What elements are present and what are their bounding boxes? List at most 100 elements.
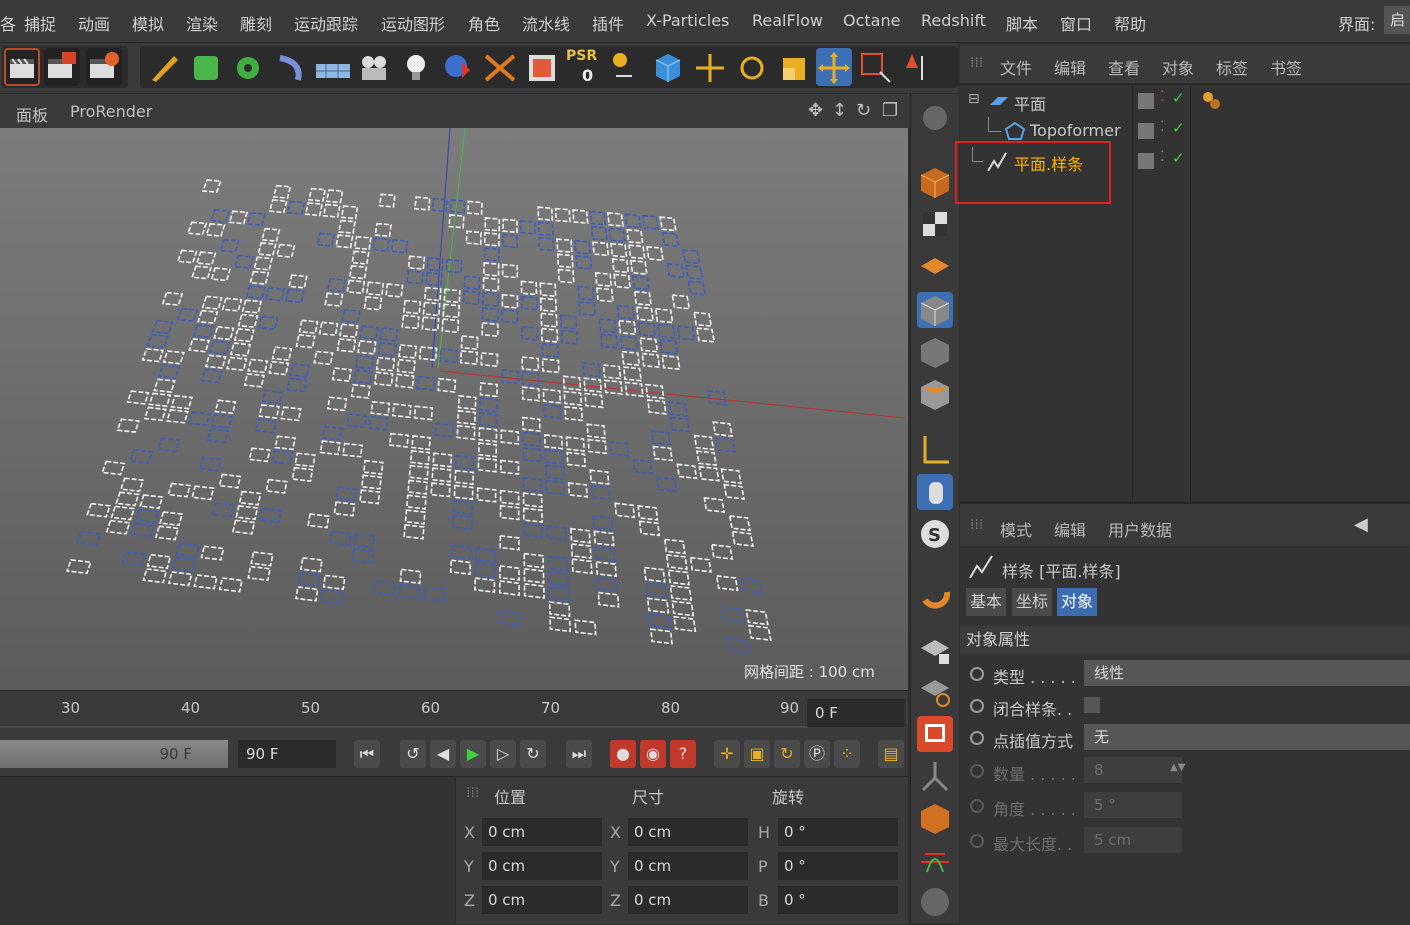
viewport-solo-icon[interactable] [917, 98, 953, 134]
animate-radio[interactable] [970, 731, 984, 745]
menu-render[interactable]: 渲染 [186, 11, 218, 35]
make-editable-icon[interactable] [917, 164, 953, 200]
material-icon[interactable] [440, 48, 476, 86]
viewport-maximize-icon[interactable]: ❐ [882, 100, 898, 121]
timeline-ruler[interactable]: 30 40 50 60 70 80 90 0 F [0, 690, 908, 737]
prev-frame-icon[interactable]: ◀ [430, 740, 456, 768]
workplane-icon[interactable] [917, 248, 953, 284]
cube-icon[interactable] [650, 48, 686, 86]
autokey-icon[interactable]: ◉ [640, 740, 666, 768]
axis-mode-icon[interactable] [917, 432, 953, 468]
enabled-check-icon[interactable]: ✓ [1172, 119, 1185, 137]
close-spline-checkbox[interactable] [1084, 697, 1100, 713]
floor-icon[interactable] [314, 48, 350, 86]
grip-icon[interactable]: ⁞⁞⁞ [970, 55, 983, 71]
axis-icon[interactable] [608, 48, 644, 86]
end-frame-field[interactable]: 90 F [238, 740, 336, 768]
om-menu-objects[interactable]: 对象 [1162, 55, 1194, 79]
tweak-mode-icon[interactable] [917, 474, 953, 510]
om-menu-file[interactable]: 文件 [1000, 55, 1032, 79]
menu-pipeline[interactable]: 流水线 [522, 11, 570, 35]
3d-viewport[interactable]: 网格间距 : 100 cm [0, 128, 908, 690]
camera-icon[interactable] [356, 48, 392, 86]
joint-icon[interactable] [917, 758, 953, 794]
tab-coordinates[interactable]: 坐标 [1012, 588, 1053, 616]
go-to-end-icon[interactable]: ⏭ [566, 740, 592, 768]
light-icon[interactable] [398, 48, 434, 86]
size-x-field[interactable]: 0 cm [628, 818, 748, 846]
phong-tag-icon[interactable] [1200, 89, 1224, 117]
position-x-field[interactable]: 0 cm [482, 818, 602, 846]
layer-icon[interactable] [1138, 153, 1154, 169]
key-rotation-icon[interactable]: ↻ [774, 740, 800, 768]
key-scale-icon[interactable]: ▣ [744, 740, 770, 768]
next-frame-icon[interactable]: ▷ [490, 740, 516, 768]
enabled-check-icon[interactable]: ✓ [1172, 149, 1185, 167]
tab-object[interactable]: 对象 [1057, 588, 1098, 616]
effector-icon[interactable] [482, 48, 518, 86]
viewport-pan-icon[interactable]: ✥ [808, 100, 823, 121]
enabled-check-icon[interactable]: ✓ [1172, 89, 1185, 107]
menu-motion-tracking[interactable]: 运动跟踪 [294, 11, 358, 35]
polygons-mode-icon[interactable] [917, 376, 953, 412]
move-tool-button[interactable] [816, 48, 852, 86]
key-pla-icon[interactable]: ⁘ [834, 740, 860, 768]
rotation-p-field[interactable]: 0 ° [778, 852, 898, 880]
menu-redshift[interactable]: Redshift [921, 11, 986, 30]
deformer-icon[interactable] [272, 48, 308, 86]
prorender-menu[interactable]: ProRender [70, 102, 152, 121]
expand-icon[interactable]: ⊟ [968, 91, 980, 107]
key-parameter-icon[interactable]: Ⓟ [804, 740, 830, 768]
sweep-icon[interactable] [917, 800, 953, 836]
menu-x-particles[interactable]: X-Particles [646, 11, 729, 30]
move-icon[interactable] [692, 48, 728, 86]
menu-sculpt[interactable]: 雕刻 [240, 11, 272, 35]
visibility-dots-icon[interactable]: ⁚ [1160, 119, 1164, 135]
om-menu-tags[interactable]: 标签 [1216, 55, 1248, 79]
spline-tool-icon[interactable] [917, 842, 953, 878]
am-menu-mode[interactable]: 模式 [1000, 517, 1032, 541]
position-y-field[interactable]: 0 cm [482, 852, 602, 880]
animate-radio[interactable] [970, 699, 984, 713]
render-picture-viewer-button[interactable] [44, 48, 80, 86]
back-arrow-icon[interactable]: ◀ [1354, 514, 1368, 535]
lock-workplane-icon[interactable] [917, 632, 953, 668]
menu-character[interactable]: 角色 [468, 11, 500, 35]
scene-icon[interactable] [524, 48, 560, 86]
coordinate-system-icon[interactable] [900, 48, 936, 86]
preview-range-slider[interactable]: 90 F [0, 740, 228, 768]
am-menu-user-data[interactable]: 用户数据 [1108, 517, 1172, 541]
menu-simulate[interactable]: 模拟 [132, 11, 164, 35]
pen-icon[interactable] [146, 48, 182, 86]
render-settings-button[interactable] [86, 48, 122, 86]
visibility-dots-icon[interactable]: ⁚ [1160, 89, 1164, 105]
next-key-icon[interactable]: ↻ [520, 740, 546, 768]
points-mode-icon[interactable] [917, 334, 953, 370]
animate-radio[interactable] [970, 667, 984, 681]
om-menu-view[interactable]: 查看 [1108, 55, 1140, 79]
om-menu-bookmarks[interactable]: 书签 [1270, 55, 1302, 79]
workplane-rotate-icon[interactable] [917, 674, 953, 710]
om-menu-edit[interactable]: 编辑 [1054, 55, 1086, 79]
cube-green-icon[interactable] [188, 48, 224, 86]
position-z-field[interactable]: 0 cm [482, 886, 602, 914]
viewport-rotate-icon[interactable]: ↻ [856, 100, 871, 121]
record-icon[interactable]: ● [610, 740, 636, 768]
visibility-dots-icon[interactable]: ⁚ [1160, 149, 1164, 165]
display-icon[interactable] [917, 716, 953, 752]
menu-help[interactable]: 帮助 [1114, 11, 1146, 35]
layout-dropdown[interactable]: 启 [1384, 6, 1410, 34]
menu-animate[interactable]: 动画 [78, 11, 110, 35]
menu-cut-edge[interactable]: 各 [0, 11, 16, 35]
am-menu-edit[interactable]: 编辑 [1054, 517, 1086, 541]
snap-icon[interactable]: S [917, 516, 953, 552]
layer-icon[interactable] [1138, 123, 1154, 139]
timeline-window-icon[interactable]: ▤ [878, 740, 904, 768]
object-row-plane[interactable]: ⊟ 平面 ⁚ ✓ [960, 87, 1410, 117]
menu-plugins[interactable]: 插件 [592, 11, 624, 35]
render-view-button[interactable] [4, 48, 40, 86]
menu-realflow[interactable]: RealFlow [752, 11, 823, 30]
scale-icon[interactable] [776, 48, 812, 86]
psr-button[interactable]: PSR 0 [566, 48, 602, 86]
key-position-icon[interactable]: ✛ [714, 740, 740, 768]
